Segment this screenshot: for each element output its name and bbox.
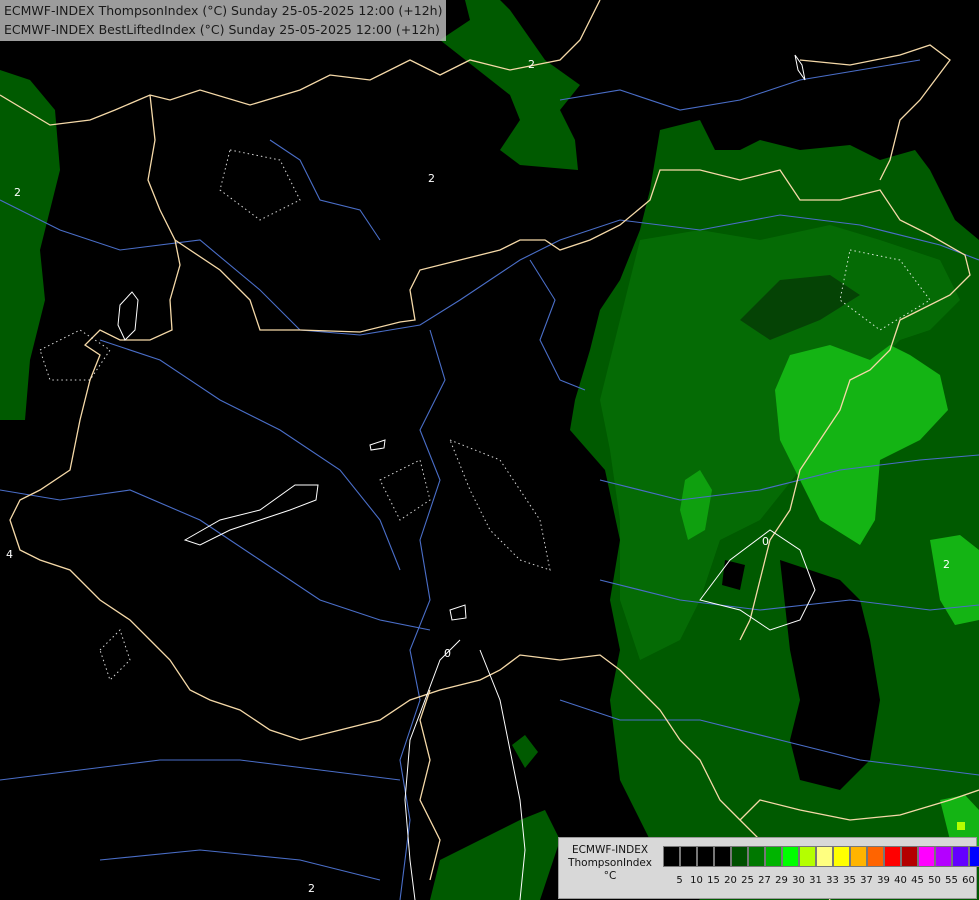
legend-ticks: 5 10 15 20 25 27 29 30 31 33 35 37 39 40 45 50 55 60: [671, 875, 977, 886]
legend-swatch: [714, 846, 731, 867]
legend-tick: 30: [792, 875, 805, 886]
legend-tick: 45: [911, 875, 924, 886]
legend-tick: 10: [690, 875, 703, 886]
legend-tick: 25: [741, 875, 754, 886]
contour-label: 2: [943, 558, 950, 571]
legend-swatch: [935, 846, 952, 867]
weather-map: 2 2 4 0 2 0 2 2: [0, 0, 979, 900]
map-title-box: ECMWF-INDEX ThompsonIndex (°C) Sunday 25…: [0, 0, 447, 41]
legend-tick: 33: [826, 875, 839, 886]
contour-label: 2: [528, 58, 535, 71]
legend-tick: 40: [894, 875, 907, 886]
legend-label-unit: °C: [603, 870, 617, 882]
legend-tick: 37: [860, 875, 873, 886]
legend-swatch: [816, 846, 833, 867]
legend-tick: 15: [707, 875, 720, 886]
legend-swatch: [918, 846, 935, 867]
legend-label-source: ECMWF-INDEX: [571, 844, 649, 856]
contour-label: 2: [428, 172, 435, 185]
legend-swatch: [731, 846, 748, 867]
contour-label: 2: [14, 186, 21, 199]
legend-tick: 55: [945, 875, 958, 886]
legend-swatch: [782, 846, 799, 867]
legend-tick: 31: [809, 875, 822, 886]
legend-tick: 35: [843, 875, 856, 886]
title-line-thompson: ECMWF-INDEX ThompsonIndex (°C) Sunday 25…: [4, 3, 443, 18]
contour-label: 0: [762, 535, 769, 548]
color-legend: ECMWF-INDEX ThompsonIndex °C 5 10 15 20 25 27…: [558, 837, 979, 899]
legend-swatch: [748, 846, 765, 867]
contour-label: 4: [6, 548, 13, 561]
legend-swatch: [952, 846, 969, 867]
legend-swatch: [969, 846, 979, 867]
legend-swatch: [799, 846, 816, 867]
legend-tick: 20: [724, 875, 737, 886]
field-dot-yellow: [957, 822, 965, 830]
legend-label-variable: ThompsonIndex: [568, 857, 652, 869]
legend-swatch: [867, 846, 884, 867]
legend-swatch: [901, 846, 918, 867]
legend-tick: 50: [928, 875, 941, 886]
legend-tick: 60: [962, 875, 975, 886]
legend-swatch: [697, 846, 714, 867]
legend-swatch: [663, 846, 680, 867]
legend-swatch: [850, 846, 867, 867]
legend-swatch: [680, 846, 697, 867]
legend-tick: 5: [676, 875, 683, 886]
legend-swatches: [663, 846, 979, 867]
legend-tick: 29: [775, 875, 788, 886]
title-line-lifted: ECMWF-INDEX BestLiftedIndex (°C) Sunday …: [4, 22, 440, 37]
legend-swatch: [884, 846, 901, 867]
contour-label: 0: [444, 647, 451, 660]
legend-label: ECMWF-INDEX ThompsonIndex °C: [561, 844, 659, 883]
legend-swatch: [765, 846, 782, 867]
contour-label: 2: [308, 882, 315, 895]
legend-tick: 39: [877, 875, 890, 886]
legend-swatch: [833, 846, 850, 867]
legend-tick: 27: [758, 875, 771, 886]
